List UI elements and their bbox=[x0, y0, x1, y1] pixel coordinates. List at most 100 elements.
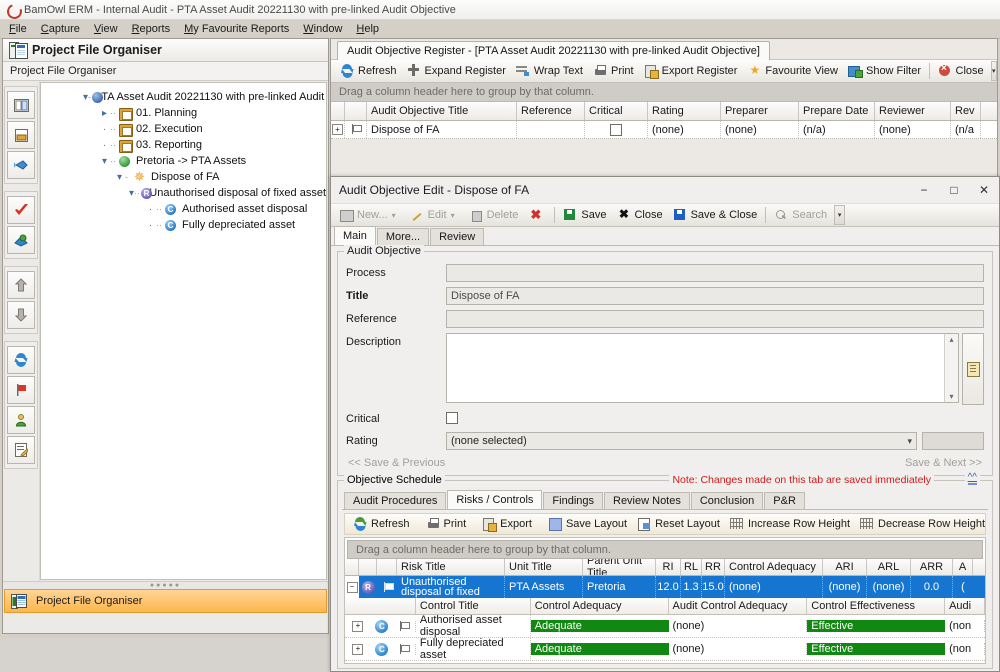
search-button[interactable]: Search bbox=[769, 205, 832, 225]
tab-risks-controls[interactable]: Risks / Controls bbox=[447, 490, 542, 509]
row-expander[interactable]: + bbox=[345, 644, 371, 655]
taskbar-item-project-file-organiser[interactable]: Project File Organiser bbox=[4, 589, 327, 613]
tree-item-execution[interactable]: ··· 02. Execution bbox=[41, 121, 326, 137]
header-control-adequacy[interactable]: Control Adequacy bbox=[725, 559, 823, 575]
minimize-button[interactable]: − bbox=[909, 178, 939, 202]
rating-score-input[interactable] bbox=[922, 432, 984, 450]
wrap-text-button[interactable]: Wrap Text bbox=[511, 61, 588, 81]
menu-file[interactable]: File bbox=[2, 21, 34, 37]
save-and-close-button[interactable]: Save & Close bbox=[668, 205, 763, 225]
tab-more[interactable]: More... bbox=[377, 228, 429, 245]
tab-review-notes[interactable]: Review Notes bbox=[604, 492, 690, 509]
header-rr[interactable]: RR bbox=[702, 559, 725, 575]
flag-icon[interactable] bbox=[7, 376, 35, 404]
header-reviewer[interactable]: Reviewer bbox=[875, 102, 951, 120]
reference-input[interactable] bbox=[446, 310, 984, 328]
down-arrow-icon[interactable] bbox=[7, 301, 35, 329]
header-critical[interactable]: Critical bbox=[585, 102, 648, 120]
subheader-audi[interactable]: Audi bbox=[945, 598, 985, 614]
header-audit-objective-title[interactable]: Audit Objective Title bbox=[367, 102, 517, 120]
print-button[interactable]: Print bbox=[588, 61, 639, 81]
person-icon[interactable] bbox=[7, 406, 35, 434]
tab-pr[interactable]: P&R bbox=[764, 492, 805, 509]
decrease-row-height-button[interactable]: Decrease Row Height bbox=[855, 514, 990, 534]
header-a[interactable]: A bbox=[953, 559, 973, 575]
menu-window[interactable]: Window bbox=[296, 21, 349, 37]
subheader-audit-control-adequacy[interactable]: Audit Control Adequacy bbox=[669, 598, 808, 614]
chevron-up-icon[interactable]: ▴ bbox=[949, 334, 953, 345]
increase-row-height-button[interactable]: Increase Row Height bbox=[725, 514, 855, 534]
chevron-down-icon[interactable]: ▾ bbox=[949, 391, 953, 402]
tree-item-authorised-asset-disposal[interactable]: ··· C Authorised asset disposal bbox=[41, 201, 326, 217]
save-and-previous-button[interactable]: << Save & Previous bbox=[348, 457, 445, 469]
edit-button[interactable]: Edit ▾ bbox=[405, 205, 464, 225]
tab-audit-procedures[interactable]: Audit Procedures bbox=[344, 492, 446, 509]
show-filter-button[interactable]: Show Filter bbox=[843, 61, 926, 81]
header-arl[interactable]: ARL bbox=[867, 559, 911, 575]
cell-critical[interactable] bbox=[585, 121, 648, 138]
save-button[interactable]: Save bbox=[558, 205, 611, 225]
critical-checkbox[interactable] bbox=[446, 412, 458, 424]
chevron-down-icon[interactable]: ▾ bbox=[392, 211, 396, 220]
header-rating[interactable]: Rating bbox=[648, 102, 721, 120]
expand-register-button[interactable]: Expand Register bbox=[402, 61, 511, 81]
tree-item-pretoria-pta-assets[interactable]: ▾·· Pretoria -> PTA Assets bbox=[41, 153, 326, 169]
description-textarea[interactable]: ▴ ▾ bbox=[446, 333, 959, 403]
header-preparer[interactable]: Preparer bbox=[721, 102, 799, 120]
header-risk-title[interactable]: Risk Title bbox=[397, 559, 505, 575]
toolbar-overflow-button[interactable]: ▾ bbox=[991, 61, 997, 81]
chevron-down-icon[interactable]: ▾ bbox=[907, 436, 912, 447]
money-icon[interactable] bbox=[7, 226, 35, 254]
maximize-button[interactable]: □ bbox=[939, 178, 969, 202]
schedule-print-button[interactable]: Print bbox=[421, 514, 472, 534]
rating-select[interactable]: (none selected) ▾ bbox=[446, 432, 917, 450]
export-register-button[interactable]: Export Register bbox=[639, 61, 743, 81]
up-arrow-icon[interactable] bbox=[7, 271, 35, 299]
subheader-control-effectiveness[interactable]: Control Effectiveness bbox=[807, 598, 945, 614]
table-row[interactable]: + C Fully depreciated asset Adequate (no… bbox=[345, 638, 985, 661]
delete-button[interactable]: Delete bbox=[464, 205, 524, 225]
menu-help[interactable]: Help bbox=[349, 21, 386, 37]
title-input[interactable]: Dispose of FA bbox=[446, 287, 984, 305]
new-button[interactable]: New... ▾ bbox=[334, 205, 405, 225]
reset-layout-button[interactable]: Reset Layout bbox=[632, 514, 725, 534]
header-reference[interactable]: Reference bbox=[517, 102, 585, 120]
fish-icon[interactable] bbox=[7, 151, 35, 179]
tree-item-reporting[interactable]: ··· 03. Reporting bbox=[41, 137, 326, 153]
schedule-refresh-button[interactable]: Refresh bbox=[348, 514, 415, 534]
tab-review[interactable]: Review bbox=[430, 228, 484, 245]
process-input[interactable] bbox=[446, 264, 984, 282]
chevron-down-icon[interactable]: ▾ bbox=[99, 156, 110, 167]
sync-icon[interactable] bbox=[7, 346, 35, 374]
header-parent-unit-title[interactable]: Parent Unit Title bbox=[583, 559, 656, 575]
cancel-button[interactable]: ✖ bbox=[523, 205, 551, 225]
header-ri[interactable]: RI bbox=[656, 559, 681, 575]
tab-main[interactable]: Main bbox=[334, 226, 376, 245]
menu-reports[interactable]: Reports bbox=[125, 21, 178, 37]
header-rl[interactable]: RL bbox=[681, 559, 702, 575]
menu-capture[interactable]: Capture bbox=[34, 21, 87, 37]
splitter-grip[interactable]: ●●●●● bbox=[3, 582, 328, 589]
close-register-button[interactable]: Close bbox=[933, 61, 989, 81]
table-row[interactable]: + C Authorised asset disposal Adequate (… bbox=[345, 615, 985, 638]
tree-item-dispose-of-fa[interactable]: ▾- ✵ Dispose of FA bbox=[41, 169, 326, 185]
header-ari[interactable]: ARI bbox=[823, 559, 867, 575]
save-and-next-button[interactable]: Save & Next >> bbox=[905, 457, 982, 469]
project-tree[interactable]: ▾- PTA Asset Audit 20221130 with pre-lin… bbox=[40, 82, 327, 580]
menu-my-favourite-reports[interactable]: My Favourite Reports bbox=[177, 21, 296, 37]
tab-conclusion[interactable]: Conclusion bbox=[691, 492, 763, 509]
book-icon[interactable] bbox=[7, 91, 35, 119]
header-prepare-date[interactable]: Prepare Date bbox=[799, 102, 875, 120]
checkmark-icon[interactable] bbox=[7, 196, 35, 224]
favourite-view-button[interactable]: ★ Favourite View bbox=[742, 61, 843, 81]
close-button[interactable]: ✕ bbox=[969, 178, 999, 202]
header-unit-title[interactable]: Unit Title bbox=[505, 559, 583, 575]
chevron-down-icon[interactable]: ▾ bbox=[114, 172, 125, 183]
critical-checkbox[interactable] bbox=[610, 124, 622, 136]
tree-item-pta-asset-audit[interactable]: ▾- PTA Asset Audit 20221130 with pre-lin… bbox=[41, 89, 326, 105]
toolbar-overflow-button[interactable]: ▾ bbox=[834, 205, 845, 225]
table-row[interactable]: + Dispose of FA (none) (none) (n/a) (non… bbox=[331, 121, 997, 139]
header-rev[interactable]: Rev bbox=[951, 102, 981, 120]
note-edit-icon[interactable] bbox=[7, 436, 35, 464]
tree-item-unauthorised-disposal[interactable]: ▾·· R Unauthorised disposal of fixed ass… bbox=[41, 185, 326, 201]
